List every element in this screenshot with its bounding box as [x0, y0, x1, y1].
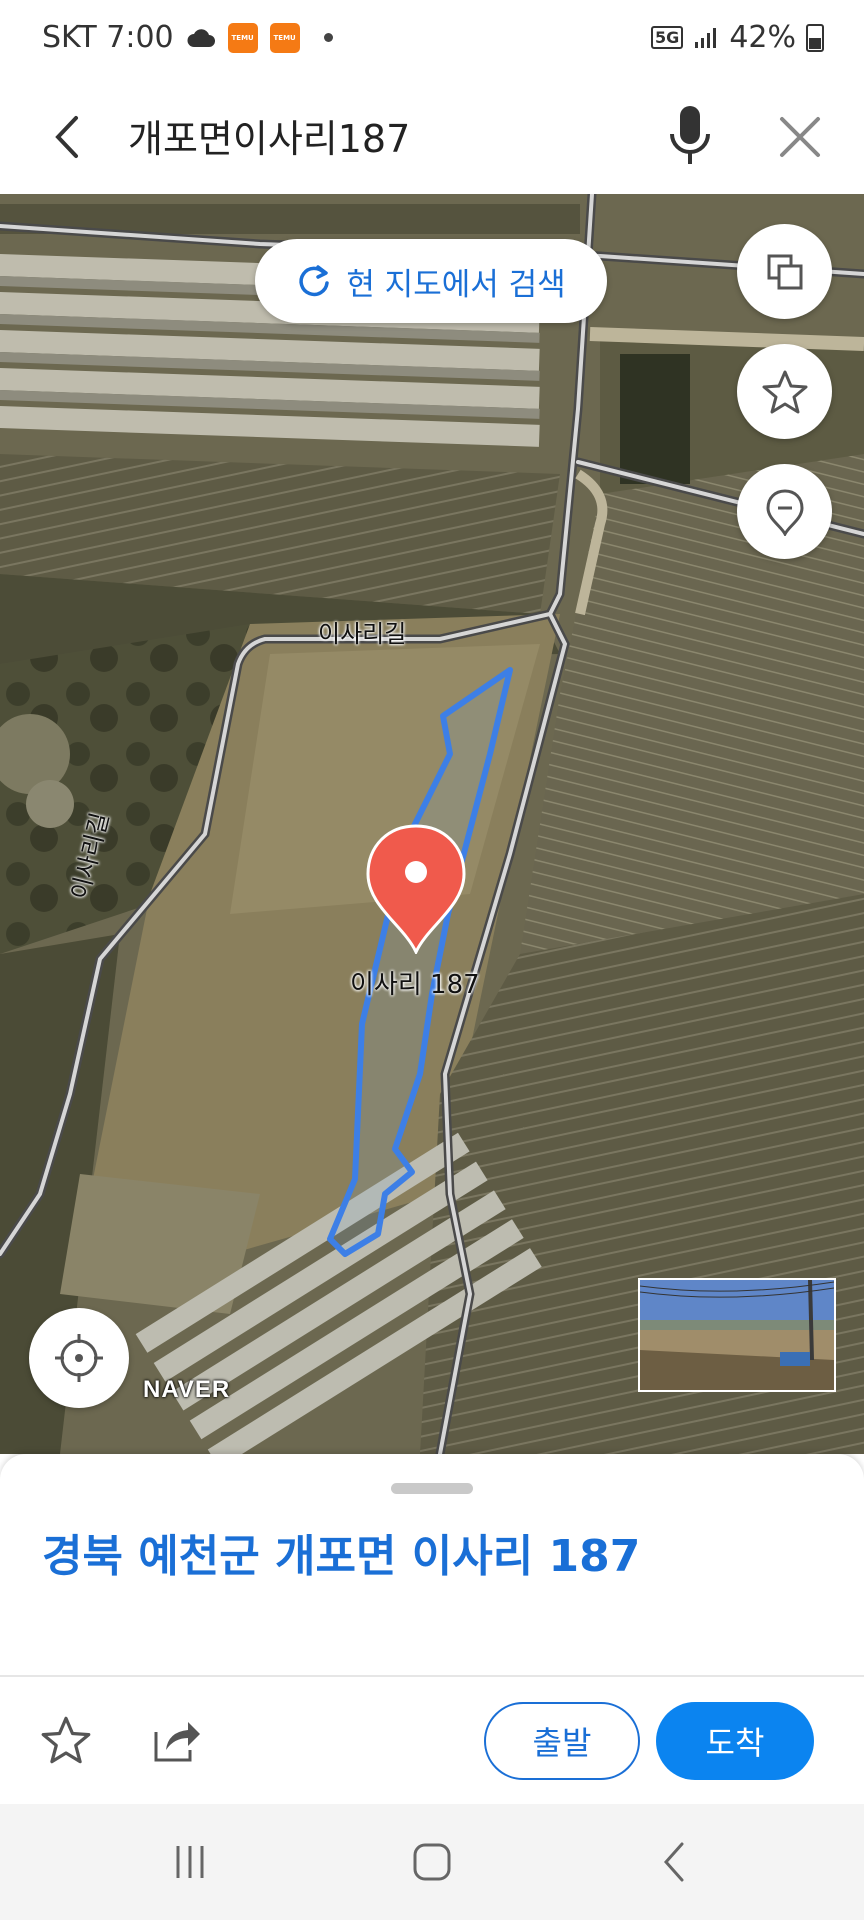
place-bottom-sheet: 경북 예천군 개포면 이사리 187 출발 도착 — [0, 1454, 864, 1804]
star-icon — [41, 1716, 91, 1764]
pin-label: 이사리 187 — [350, 970, 480, 1000]
sheet-divider — [0, 1675, 864, 1677]
search-this-area-button[interactable]: 현 지도에서 검색 — [255, 239, 607, 323]
depart-button[interactable]: 출발 — [484, 1702, 640, 1780]
road-label-top: 이사리길 — [318, 620, 407, 648]
search-header: 개포면이사리187 — [0, 80, 864, 194]
satellite-map[interactable]: 이사리길 이사리길 이사리 187 현 지도에서 검색 NAVER — [0, 194, 864, 1454]
home-icon[interactable] — [402, 1836, 462, 1888]
signal-icon — [695, 27, 717, 48]
network-5g-icon: 5G — [651, 26, 684, 49]
map-layers-button[interactable] — [737, 224, 832, 319]
search-query[interactable]: 개포면이사리187 — [128, 108, 410, 163]
map-pin-marker[interactable] — [366, 824, 466, 954]
battery-icon — [806, 23, 824, 52]
my-places-button[interactable] — [737, 464, 832, 559]
status-bar: SKT 7:00 TEMU TEMU 5G 42% — [0, 0, 864, 80]
battery-percent: 42% — [729, 20, 796, 55]
carrier-time: SKT 7:00 — [42, 20, 174, 55]
crosshair-icon — [55, 1334, 103, 1382]
recent-apps-icon[interactable] — [160, 1836, 220, 1888]
location-pin-icon — [765, 488, 804, 536]
status-left: SKT 7:00 TEMU TEMU — [42, 20, 333, 55]
arrive-button[interactable]: 도착 — [656, 1702, 814, 1780]
search-this-area-label: 현 지도에서 검색 — [346, 266, 566, 303]
sheet-drag-handle[interactable] — [391, 1483, 473, 1494]
back-icon[interactable] — [644, 1836, 704, 1888]
close-icon[interactable] — [770, 102, 830, 172]
temu-app-icon: TEMU — [227, 22, 258, 53]
notification-dot-icon — [323, 33, 333, 42]
status-right: 5G 42% — [651, 20, 824, 55]
favorites-button[interactable] — [737, 344, 832, 439]
street-view-image — [640, 1280, 834, 1390]
share-icon — [154, 1722, 200, 1762]
street-view-thumbnail[interactable] — [638, 1278, 836, 1392]
current-location-button[interactable] — [29, 1308, 129, 1408]
system-navigation-bar — [0, 1804, 864, 1920]
place-address: 경북 예천군 개포면 이사리 187 — [42, 1531, 641, 1582]
save-star-button[interactable] — [40, 1714, 92, 1766]
microphone-icon[interactable] — [660, 100, 720, 174]
temu-app-icon-2: TEMU — [269, 22, 300, 53]
share-button[interactable] — [150, 1714, 204, 1766]
favorites-star-icon — [762, 370, 807, 413]
back-arrow-icon[interactable] — [40, 102, 100, 172]
naver-logo: NAVER — [143, 1376, 231, 1403]
refresh-icon — [299, 265, 330, 297]
cloud-icon — [187, 28, 215, 47]
layers-icon — [767, 254, 802, 289]
